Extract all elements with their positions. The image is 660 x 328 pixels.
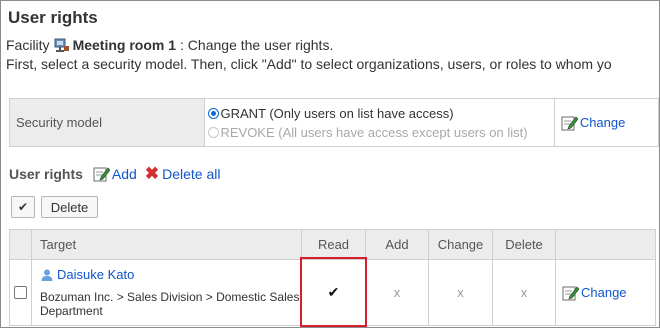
- user-rights-table: Target Read Add Change Delete Daisuke Ka…: [9, 229, 656, 327]
- row-checkbox[interactable]: [14, 286, 27, 299]
- row-checkbox-cell: [9, 259, 32, 326]
- check-icon: ✔: [327, 284, 340, 300]
- facility-line: Facility Meeting room 1 : Change the use…: [6, 37, 333, 53]
- security-model-table: Security model GRANT (Only users on list…: [8, 98, 659, 147]
- delete-cell: x: [492, 259, 556, 326]
- facility-suffix: : Change the user rights.: [180, 37, 334, 53]
- table-header-row: Target Read Add Change Delete: [9, 229, 656, 260]
- user-icon: [41, 269, 53, 281]
- pencil-icon: [562, 286, 579, 301]
- delete-permission-value: x: [520, 285, 528, 300]
- delete-all-label: Delete all: [162, 165, 221, 182]
- user-rights-header: User rights Add ✖ Delete all: [9, 165, 228, 182]
- facility-name: Meeting room 1: [72, 37, 177, 53]
- radio-grant[interactable]: GRANT (Only users on list have access): [205, 104, 553, 123]
- add-permission-value: x: [393, 285, 401, 300]
- radio-grant-button[interactable]: [208, 107, 220, 119]
- security-change-link[interactable]: Change: [555, 114, 658, 131]
- change-cell: x: [428, 259, 493, 326]
- user-line: Daisuke Kato: [40, 267, 301, 282]
- security-model-label: Security model: [8, 98, 206, 147]
- user-org-path: Bozuman Inc. > Sales Division > Domestic…: [40, 290, 300, 318]
- delete-x-icon: ✖: [144, 164, 160, 183]
- delete-all-link[interactable]: ✖ Delete all: [145, 165, 221, 182]
- user-name-link[interactable]: Daisuke Kato: [57, 267, 134, 282]
- pencil-icon: [561, 116, 578, 131]
- add-cell: x: [365, 259, 429, 326]
- radio-revoke-button[interactable]: [208, 126, 220, 138]
- header-read: Read: [301, 229, 366, 260]
- row-change-label: Change: [581, 285, 627, 300]
- radio-revoke[interactable]: REVOKE (All users have access except use…: [205, 123, 553, 142]
- facility-label: Facility: [6, 37, 50, 53]
- header-checkbox: [9, 229, 32, 260]
- facility-icon: [54, 38, 69, 52]
- add-label: Add: [111, 165, 137, 182]
- page-title: User rights: [8, 8, 98, 27]
- radio-grant-label: GRANT (Only users on list have access): [220, 105, 454, 121]
- target-cell: Daisuke Kato Bozuman Inc. > Sales Divisi…: [31, 259, 302, 326]
- delete-button[interactable]: Delete: [41, 196, 98, 218]
- radio-revoke-label: REVOKE (All users have access except use…: [220, 124, 528, 140]
- table-row: Daisuke Kato Bozuman Inc. > Sales Divisi…: [9, 257, 656, 327]
- read-cell: ✔: [300, 257, 367, 327]
- rights-toolbar: ✔ Delete: [11, 196, 98, 218]
- row-change-link[interactable]: Change: [556, 284, 655, 301]
- header-delete: Delete: [492, 229, 556, 260]
- add-link[interactable]: Add: [93, 165, 137, 182]
- row-change-cell: Change: [555, 259, 656, 326]
- instruction-text: First, select a security model. Then, cl…: [6, 56, 612, 72]
- security-change-label: Change: [579, 115, 626, 130]
- header-add: Add: [365, 229, 429, 260]
- security-change-cell: Change: [553, 98, 659, 147]
- header-target: Target: [31, 229, 302, 260]
- change-permission-value: x: [457, 285, 464, 300]
- add-icon: [93, 167, 110, 182]
- security-model-options: GRANT (Only users on list have access) R…: [204, 98, 555, 147]
- select-all-button[interactable]: ✔: [11, 196, 35, 218]
- user-rights-panel: User rights Facility Meeting room 1 : Ch…: [0, 0, 660, 328]
- header-change: Change: [428, 229, 493, 260]
- user-rights-title: User rights: [9, 165, 83, 182]
- header-actions: [555, 229, 656, 260]
